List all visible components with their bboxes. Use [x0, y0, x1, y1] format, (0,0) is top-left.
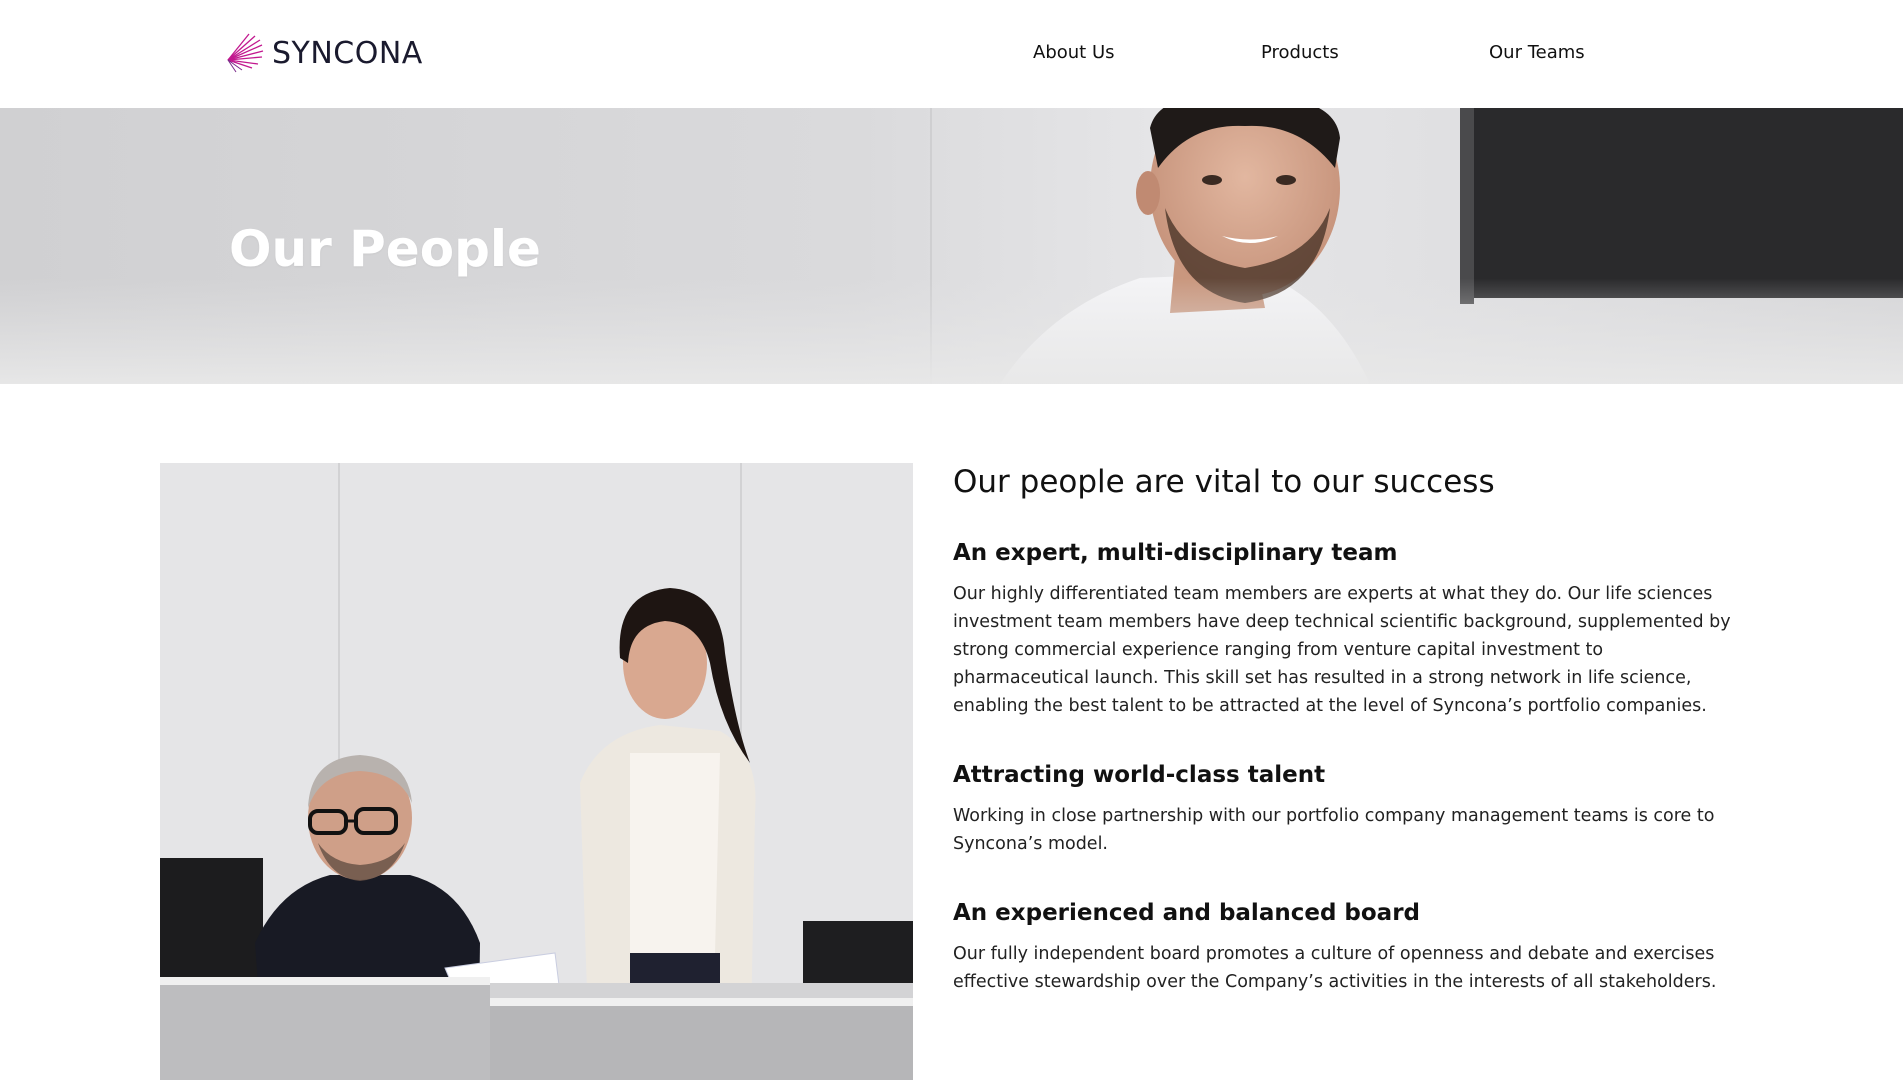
section-heading-world-class-talent: Attracting world-class talent [953, 762, 1326, 788]
section-heading-expert-team: An expert, multi-disciplinary team [953, 540, 1398, 566]
section-heading-board: An experienced and balanced board [953, 900, 1421, 926]
section-body-world-class-talent: Working in close partnership with our po… [953, 806, 1715, 854]
team-photo [160, 463, 913, 1080]
nav-about-us[interactable]: About Us [1033, 42, 1115, 63]
site-header: SYNCONA About Us Products Our Teams [0, 0, 1903, 108]
hero-banner: Our People [0, 108, 1903, 384]
brand-name: SYNCONA [272, 35, 423, 71]
section-body-expert-team: Our highly differentiated team members a… [953, 584, 1731, 716]
page-title: Our People [229, 220, 541, 278]
content-text: Our people are vital to our success An e… [953, 462, 1743, 1036]
section-main-heading: Our people are vital to our success [953, 464, 1495, 500]
syncona-logo[interactable]: SYNCONA [222, 30, 423, 76]
nav-our-teams[interactable]: Our Teams [1489, 42, 1585, 63]
starburst-logo-icon [227, 33, 264, 73]
nav-products[interactable]: Products [1261, 42, 1339, 63]
section-body-board: Our fully independent board promotes a c… [953, 944, 1717, 992]
team-photo-illustration [160, 463, 913, 1080]
